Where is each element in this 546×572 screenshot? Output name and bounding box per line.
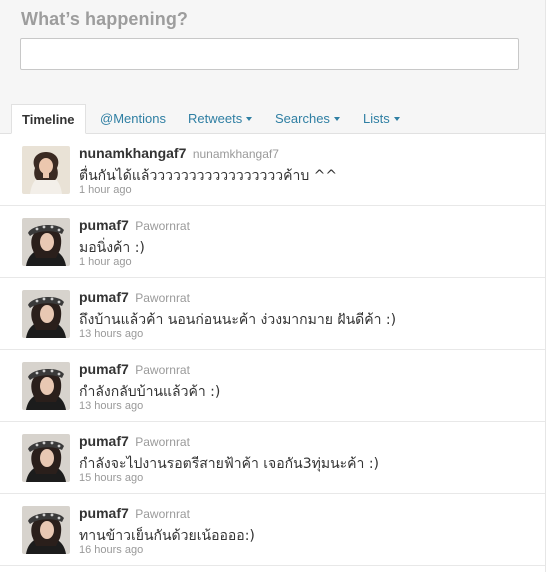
tweet-header: pumaf7 Pawornrat — [79, 361, 190, 379]
tweet-header: pumaf7 Pawornrat — [79, 289, 190, 307]
avatar-pumaf7[interactable] — [22, 506, 70, 554]
tab-lists[interactable]: Lists — [363, 104, 400, 134]
tweet-fullname: Pawornrat — [135, 435, 190, 449]
composer-title: What’s happening? — [21, 9, 189, 29]
tweet-header: pumaf7 Pawornrat — [79, 433, 190, 451]
tweet-item: pumaf7 Pawornrat กำลังกลับบ้านแล้วค้า :)… — [0, 350, 546, 422]
tweet-header: pumaf7 Pawornrat — [79, 505, 190, 523]
tab-searches-label: Searches — [275, 111, 330, 126]
status-composer: What’s happening? — [0, 0, 546, 104]
avatar-pumaf7[interactable] — [22, 218, 70, 266]
tweet-item: pumaf7 Pawornrat มอนิ่งค้า :) 1 hour ago — [0, 206, 546, 278]
tweet-fullname: Pawornrat — [135, 219, 190, 233]
tweet-username[interactable]: nunamkhangaf7 — [79, 145, 186, 161]
tweet-item: nunamkhangaf7 nunamkhangaf7 ตื่นกันได้แล… — [0, 134, 546, 206]
timeline-list: nunamkhangaf7 nunamkhangaf7 ตื่นกันได้แล… — [0, 134, 546, 566]
tab-retweets-label: Retweets — [188, 111, 243, 126]
tweet-username[interactable]: pumaf7 — [79, 289, 129, 305]
tweet-timestamp[interactable]: 13 hours ago — [79, 328, 143, 340]
avatar-nunamkhangaf7[interactable] — [22, 146, 70, 194]
avatar-pumaf7[interactable] — [22, 434, 70, 482]
tweet-timestamp[interactable]: 13 hours ago — [79, 400, 143, 412]
tweet-header: nunamkhangaf7 nunamkhangaf7 — [79, 145, 279, 163]
tweet-item: pumaf7 Pawornrat ถึงบ้านแล้วค้า นอนก่อนน… — [0, 278, 546, 350]
tweet-item: pumaf7 Pawornrat กำลังจะไปงานรอตรีสายฟ้า… — [0, 422, 546, 494]
tab-mentions-label: @Mentions — [100, 111, 166, 126]
timeline-tabs: Timeline @Mentions Retweets Searches Lis… — [0, 104, 546, 134]
tab-searches[interactable]: Searches — [275, 104, 340, 134]
tweet-fullname: Pawornrat — [135, 507, 190, 521]
chevron-down-icon — [333, 116, 340, 121]
tweet-item: pumaf7 Pawornrat ทานข้าวเย็นกันด้วยเน้ออ… — [0, 494, 546, 566]
tweet-username[interactable]: pumaf7 — [79, 433, 129, 449]
tab-timeline[interactable]: Timeline — [11, 104, 86, 134]
tab-retweets[interactable]: Retweets — [188, 104, 253, 134]
avatar-pumaf7[interactable] — [22, 362, 70, 410]
tab-timeline-label: Timeline — [22, 112, 75, 127]
tweet-timestamp[interactable]: 15 hours ago — [79, 472, 143, 484]
tab-mentions[interactable]: @Mentions — [100, 104, 166, 134]
tweet-fullname: Pawornrat — [135, 291, 190, 305]
tweet-fullname: Pawornrat — [135, 363, 190, 377]
tweet-username[interactable]: pumaf7 — [79, 217, 129, 233]
chevron-down-icon — [246, 116, 253, 121]
tweet-username[interactable]: pumaf7 — [79, 505, 129, 521]
tweet-timestamp[interactable]: 1 hour ago — [79, 256, 132, 268]
avatar-pumaf7[interactable] — [22, 290, 70, 338]
status-input[interactable] — [20, 38, 519, 70]
tweet-timestamp[interactable]: 1 hour ago — [79, 184, 132, 196]
chevron-down-icon — [393, 116, 400, 121]
tweet-header: pumaf7 Pawornrat — [79, 217, 190, 235]
tweet-fullname: nunamkhangaf7 — [192, 147, 279, 161]
tweet-username[interactable]: pumaf7 — [79, 361, 129, 377]
tab-lists-label: Lists — [363, 111, 390, 126]
tweet-timestamp[interactable]: 16 hours ago — [79, 544, 143, 556]
